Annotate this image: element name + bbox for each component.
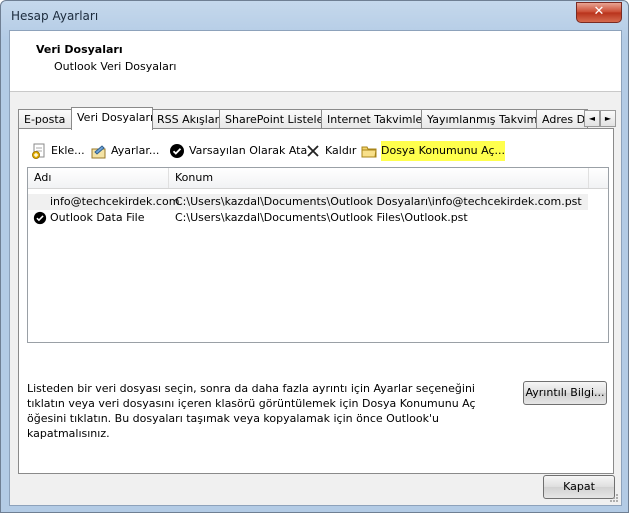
close-dialog-button[interactable]: Kapat [543, 475, 615, 499]
tab-data-files[interactable]: Veri Dosyaları [71, 107, 153, 130]
tab-email[interactable]: E-posta [18, 109, 72, 129]
tab-strip: E-posta Veri Dosyaları RSS Akışları Shar… [18, 107, 616, 130]
default-check-icon [33, 211, 47, 230]
tab-address-books[interactable]: Adres De [536, 109, 588, 129]
folder-icon [361, 143, 377, 159]
tab-published-calendars[interactable]: Yayımlanmış Takvimler [421, 109, 538, 129]
window-title: Hesap Ayarları [11, 9, 99, 23]
list-row[interactable]: Outlook Data File C:\Users\kazdal\Docume… [28, 210, 588, 226]
page-subtitle: Outlook Veri Dosyaları [54, 60, 177, 73]
settings-icon [91, 143, 107, 159]
tab-rss-feeds[interactable]: RSS Akışları [151, 109, 221, 129]
dialog-header: Veri Dosyaları Outlook Veri Dosyaları [10, 31, 621, 92]
resize-grip-icon[interactable] [609, 493, 619, 503]
tab-sharepoint-lists[interactable]: SharePoint Listeleri [219, 109, 323, 129]
column-header-name[interactable]: Adı [28, 168, 169, 188]
data-files-list[interactable]: Adı Konum info@techcekirdek.com C:\Users… [27, 167, 609, 343]
add-button-label: Ekle... [51, 144, 85, 157]
checkmark-circle-icon [169, 143, 185, 159]
add-button[interactable]: Ekle... [31, 141, 85, 161]
remove-x-icon [305, 143, 321, 159]
tab-internet-calendars[interactable]: Internet Takvimleri [321, 109, 423, 129]
row-location: C:\Users\kazdal\Documents\Outlook Dosyal… [175, 195, 582, 208]
account-settings-window: Hesap Ayarları ✕ Veri Dosyaları Outlook … [0, 0, 629, 513]
set-default-label: Varsayılan Olarak Ata [189, 144, 308, 157]
add-file-icon [31, 143, 47, 159]
open-file-location-label: Dosya Konumunu Aç... [381, 141, 506, 161]
row-location: C:\Users\kazdal\Documents\Outlook Files\… [175, 211, 468, 224]
tab-scroll-right-icon[interactable]: ► [600, 110, 616, 127]
column-header-location[interactable]: Konum [169, 168, 589, 188]
more-details-button[interactable]: Ayrıntılı Bilgi... [523, 381, 607, 405]
page-title: Veri Dosyaları [36, 43, 123, 56]
settings-button-label: Ayarlar... [111, 144, 160, 157]
title-bar[interactable]: Hesap Ayarları ✕ [1, 1, 628, 29]
remove-button[interactable]: Kaldır [305, 141, 356, 161]
list-header: Adı Konum [28, 168, 608, 189]
toolbar: Ekle... Ayarlar... Varsayılan Olarak Ata [27, 141, 607, 161]
data-files-panel: Ekle... Ayarlar... Varsayılan Olarak Ata [18, 128, 614, 474]
row-name: Outlook Data File [50, 211, 145, 224]
list-row[interactable]: info@techcekirdek.com C:\Users\kazdal\Do… [28, 194, 588, 210]
remove-button-label: Kaldır [325, 144, 357, 157]
tab-scroll-left-icon[interactable]: ◄ [584, 110, 600, 127]
dialog-client-area: Veri Dosyaları Outlook Veri Dosyaları E-… [9, 30, 622, 506]
set-default-button[interactable]: Varsayılan Olarak Ata [169, 141, 307, 161]
settings-button[interactable]: Ayarlar... [91, 141, 159, 161]
row-name: info@techcekirdek.com [50, 195, 180, 208]
window-close-button[interactable]: ✕ [576, 2, 622, 23]
instructions-text: Listeden bir veri dosyası seçin, sonra d… [27, 382, 476, 440]
open-file-location-button[interactable]: Dosya Konumunu Aç... [361, 141, 506, 161]
